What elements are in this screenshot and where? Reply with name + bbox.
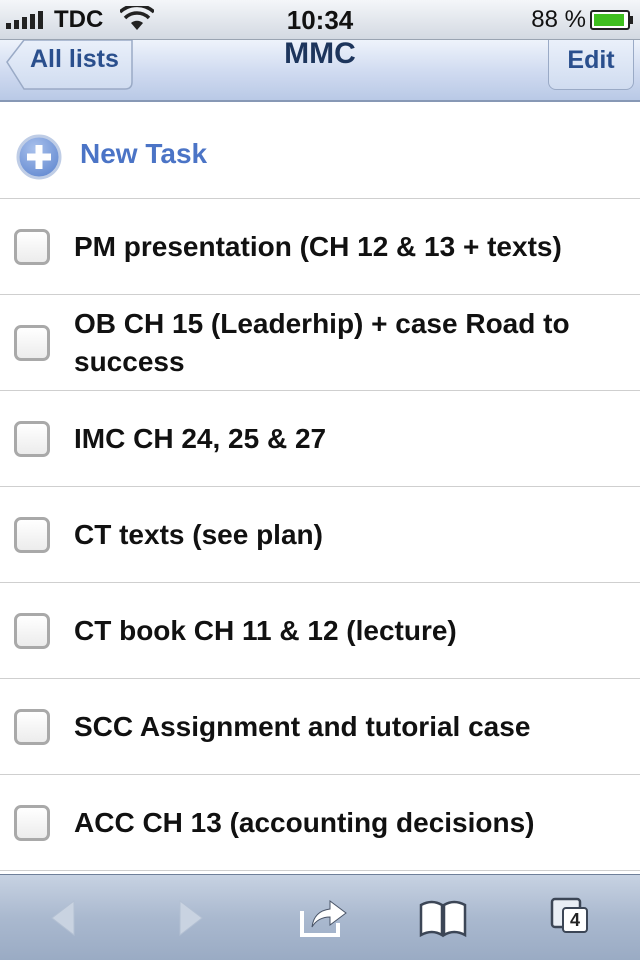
- open-pages-count: 4: [562, 907, 588, 933]
- task-text[interactable]: PM presentation (CH 12 & 13 + texts): [74, 199, 620, 294]
- task-text[interactable]: SCC Assignment and tutorial case: [74, 679, 620, 774]
- task-row: CT book CH 11 & 12 (lecture): [0, 583, 640, 679]
- task-checkbox[interactable]: [14, 325, 50, 361]
- task-checkbox[interactable]: [14, 229, 50, 265]
- task-text[interactable]: CT texts (see plan): [74, 487, 620, 582]
- battery-percentage: 88 %: [531, 6, 586, 33]
- back-arrow-icon[interactable]: [40, 893, 90, 943]
- battery-icon: [590, 10, 633, 30]
- task-row: PM presentation (CH 12 & 13 + texts): [0, 199, 640, 295]
- pages-button[interactable]: 4: [548, 893, 598, 943]
- navigation-bar: All lists MMC Edit: [0, 37, 640, 102]
- new-task-button[interactable]: New Task: [0, 102, 640, 199]
- share-icon[interactable]: [298, 893, 348, 943]
- task-checkbox[interactable]: [14, 517, 50, 553]
- status-bar: TDC 10:34 88 %: [0, 0, 640, 40]
- task-row: CT texts (see plan): [0, 487, 640, 583]
- task-text[interactable]: ACC CH 13 (accounting decisions): [74, 775, 620, 870]
- page-title: MMC: [284, 37, 356, 70]
- task-text[interactable]: OB CH 15 (Leaderhip) + case Road to succ…: [74, 295, 620, 390]
- task-row: IMC CH 24, 25 & 27: [0, 391, 640, 487]
- task-row: ACC CH 13 (accounting decisions): [0, 775, 640, 871]
- new-task-label: New Task: [80, 138, 208, 169]
- task-checkbox[interactable]: [14, 805, 50, 841]
- task-checkbox[interactable]: [14, 709, 50, 745]
- task-text[interactable]: CT book CH 11 & 12 (lecture): [74, 583, 620, 678]
- edit-button[interactable]: Edit: [548, 40, 634, 90]
- task-row: OB CH 15 (Leaderhip) + case Road to succ…: [0, 295, 640, 391]
- forward-arrow-icon[interactable]: [166, 893, 216, 943]
- task-list: New Task PM presentation (CH 12 & 13 + t…: [0, 102, 640, 871]
- task-checkbox[interactable]: [14, 421, 50, 457]
- add-circle-icon: [16, 134, 62, 180]
- task-text[interactable]: IMC CH 24, 25 & 27: [74, 391, 620, 486]
- task-row: SCC Assignment and tutorial case: [0, 679, 640, 775]
- task-checkbox[interactable]: [14, 613, 50, 649]
- bookmarks-icon[interactable]: [418, 893, 468, 943]
- browser-toolbar: 4: [0, 874, 640, 960]
